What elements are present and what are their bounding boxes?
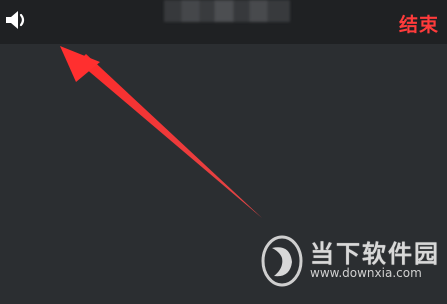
site-watermark: 当下软件园 www.downxia.com: [260, 232, 440, 292]
arrow-head: [60, 46, 100, 82]
watermark-url: www.downxia.com: [310, 266, 422, 280]
arrow-shaft: [78, 54, 262, 218]
watermark-logo-icon: [261, 235, 303, 287]
watermark-site-name: 当下软件园: [310, 240, 440, 268]
